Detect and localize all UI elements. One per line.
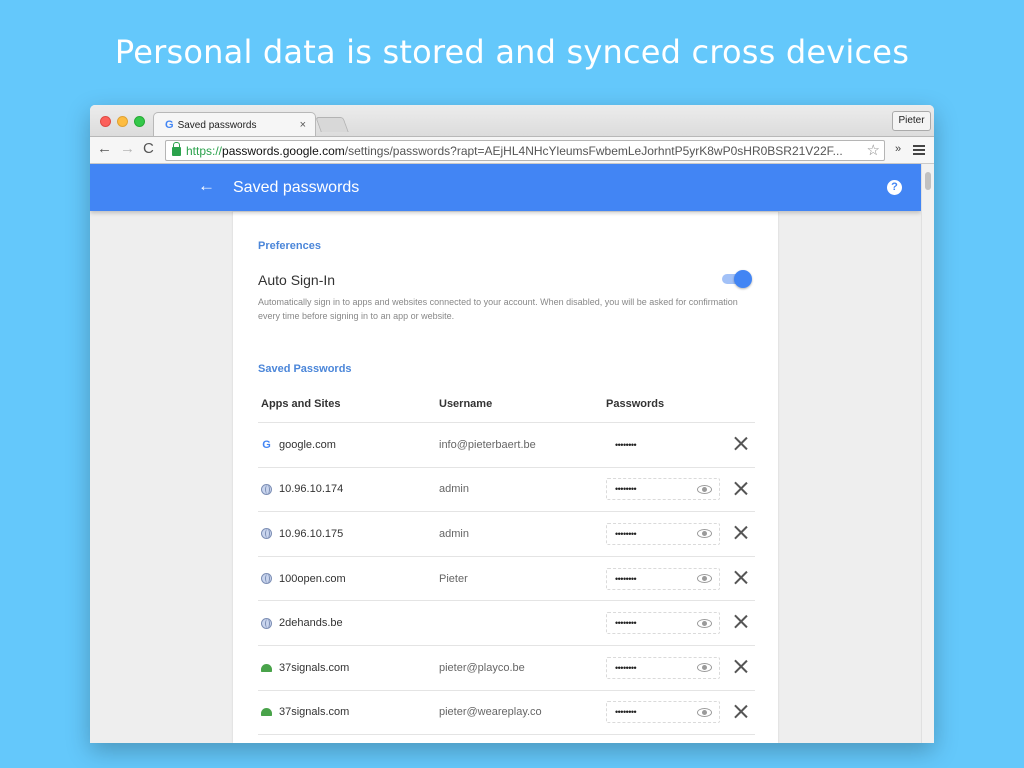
header-username: Username [439, 398, 493, 410]
headline: Personal data is stored and synced cross… [114, 33, 910, 71]
table-row: Ggoogle.com info@pieterbaert.be •••••••• [258, 423, 755, 468]
header-apps-sites: Apps and Sites [261, 398, 341, 410]
password-field[interactable]: •••••••• [606, 701, 720, 724]
username: admin [439, 527, 469, 540]
password-field[interactable]: •••••••• [606, 656, 720, 679]
table-row: 2dehands.be •••••••• [258, 601, 755, 646]
page-content: ← Saved passwords ? Preferences Auto Sig… [90, 164, 921, 743]
table-row: 10.96.10.174 admin •••••••• [258, 468, 755, 513]
zoom-window-button[interactable] [134, 116, 145, 127]
table-row: 10.96.10.175 admin •••••••• [258, 512, 755, 557]
site-name: google.com [279, 438, 336, 451]
tab-title: Saved passwords [177, 119, 257, 131]
delete-icon[interactable] [733, 525, 748, 540]
vertical-scrollbar[interactable] [921, 164, 934, 743]
site-name: 37signals.com [279, 706, 350, 719]
table-header: Apps and Sites Username Passwords [258, 386, 755, 423]
reload-icon[interactable]: C [143, 140, 154, 157]
lock-icon [172, 142, 181, 156]
delete-icon[interactable] [733, 659, 748, 674]
auto-signin-label: Auto Sign-In [258, 272, 336, 288]
username: info@pieterbaert.be [439, 438, 536, 451]
globe-icon [261, 528, 272, 540]
extensions-overflow-icon[interactable]: » [895, 143, 901, 155]
password-field: •••••••• [615, 439, 637, 450]
delete-icon[interactable] [733, 481, 748, 496]
globe-icon [261, 483, 272, 495]
help-icon[interactable]: ? [887, 180, 902, 195]
minimize-window-button[interactable] [117, 116, 128, 127]
address-bar[interactable]: https://passwords.google.com/settings/pa… [165, 140, 885, 161]
username: admin [439, 483, 469, 496]
google-favicon-icon: G [165, 119, 174, 131]
show-password-eye-icon[interactable] [697, 484, 712, 494]
username: pieter@weareplay.co [439, 706, 542, 719]
show-password-eye-icon[interactable] [697, 574, 712, 584]
auto-signin-description: Automatically sign in to apps and websit… [258, 297, 738, 321]
toggle-knob [734, 270, 752, 288]
password-field[interactable]: •••••••• [606, 612, 720, 635]
table-row: 37signals.com pieter@playco.be •••••••• [258, 646, 755, 691]
password-field[interactable]: •••••••• [606, 567, 720, 590]
browser-tab[interactable]: G Saved passwords × [153, 112, 316, 137]
google-icon: G [262, 438, 271, 451]
table-row: 100open.com Pieter •••••••• [258, 557, 755, 602]
show-password-eye-icon[interactable] [697, 707, 712, 717]
globe-icon [261, 573, 272, 585]
preferences-heading: Preferences [258, 240, 321, 252]
close-tab-icon[interactable]: × [300, 119, 306, 131]
site-name: 2dehands.be [279, 617, 343, 630]
browser-window: G Saved passwords × Pieter ← → C https:/… [90, 105, 934, 743]
header-passwords: Passwords [606, 398, 665, 410]
password-field[interactable]: •••••••• [606, 522, 720, 545]
site-name: 37signals.com [279, 661, 350, 674]
delete-icon[interactable] [733, 436, 748, 451]
back-icon[interactable]: ← [97, 140, 112, 157]
site-name: 10.96.10.175 [279, 527, 344, 540]
title-bar: G Saved passwords × Pieter [90, 105, 934, 137]
show-password-eye-icon[interactable] [697, 618, 712, 628]
table-row: 37signals.com pieter@weareplay.co ••••••… [258, 691, 755, 736]
37signals-icon [261, 662, 272, 673]
url-text: https://passwords.google.com/settings/pa… [186, 143, 843, 158]
forward-icon[interactable]: → [120, 140, 135, 157]
site-name: 100open.com [279, 572, 346, 585]
password-field[interactable]: •••••••• [606, 478, 720, 501]
saved-passwords-heading: Saved Passwords [258, 363, 352, 375]
auto-signin-toggle[interactable] [720, 270, 752, 288]
delete-icon[interactable] [733, 704, 748, 719]
app-bar: ← Saved passwords ? [90, 164, 921, 211]
delete-icon[interactable] [733, 570, 748, 585]
show-password-eye-icon[interactable] [697, 663, 712, 673]
browser-toolbar: ← → C https://passwords.google.com/setti… [90, 136, 934, 164]
show-password-eye-icon[interactable] [697, 529, 712, 539]
passwords-table: Apps and Sites Username Passwords Ggoogl… [258, 386, 755, 736]
menu-icon[interactable] [913, 145, 925, 155]
new-tab-button[interactable] [315, 117, 349, 132]
delete-icon[interactable] [733, 614, 748, 629]
close-window-button[interactable] [100, 116, 111, 127]
37signals-icon [261, 707, 272, 718]
site-name: 10.96.10.174 [279, 483, 344, 496]
username: Pieter [439, 572, 468, 585]
bookmark-star-icon[interactable]: ☆ [867, 141, 880, 159]
settings-card: Preferences Auto Sign-In Automatically s… [233, 164, 778, 743]
globe-icon [261, 617, 272, 629]
divider [233, 211, 778, 212]
scrollbar-thumb[interactable] [925, 172, 931, 190]
profile-button[interactable]: Pieter [892, 111, 931, 131]
back-arrow-icon[interactable]: ← [198, 176, 215, 196]
username: pieter@playco.be [439, 661, 525, 674]
page-title: Saved passwords [233, 179, 360, 196]
